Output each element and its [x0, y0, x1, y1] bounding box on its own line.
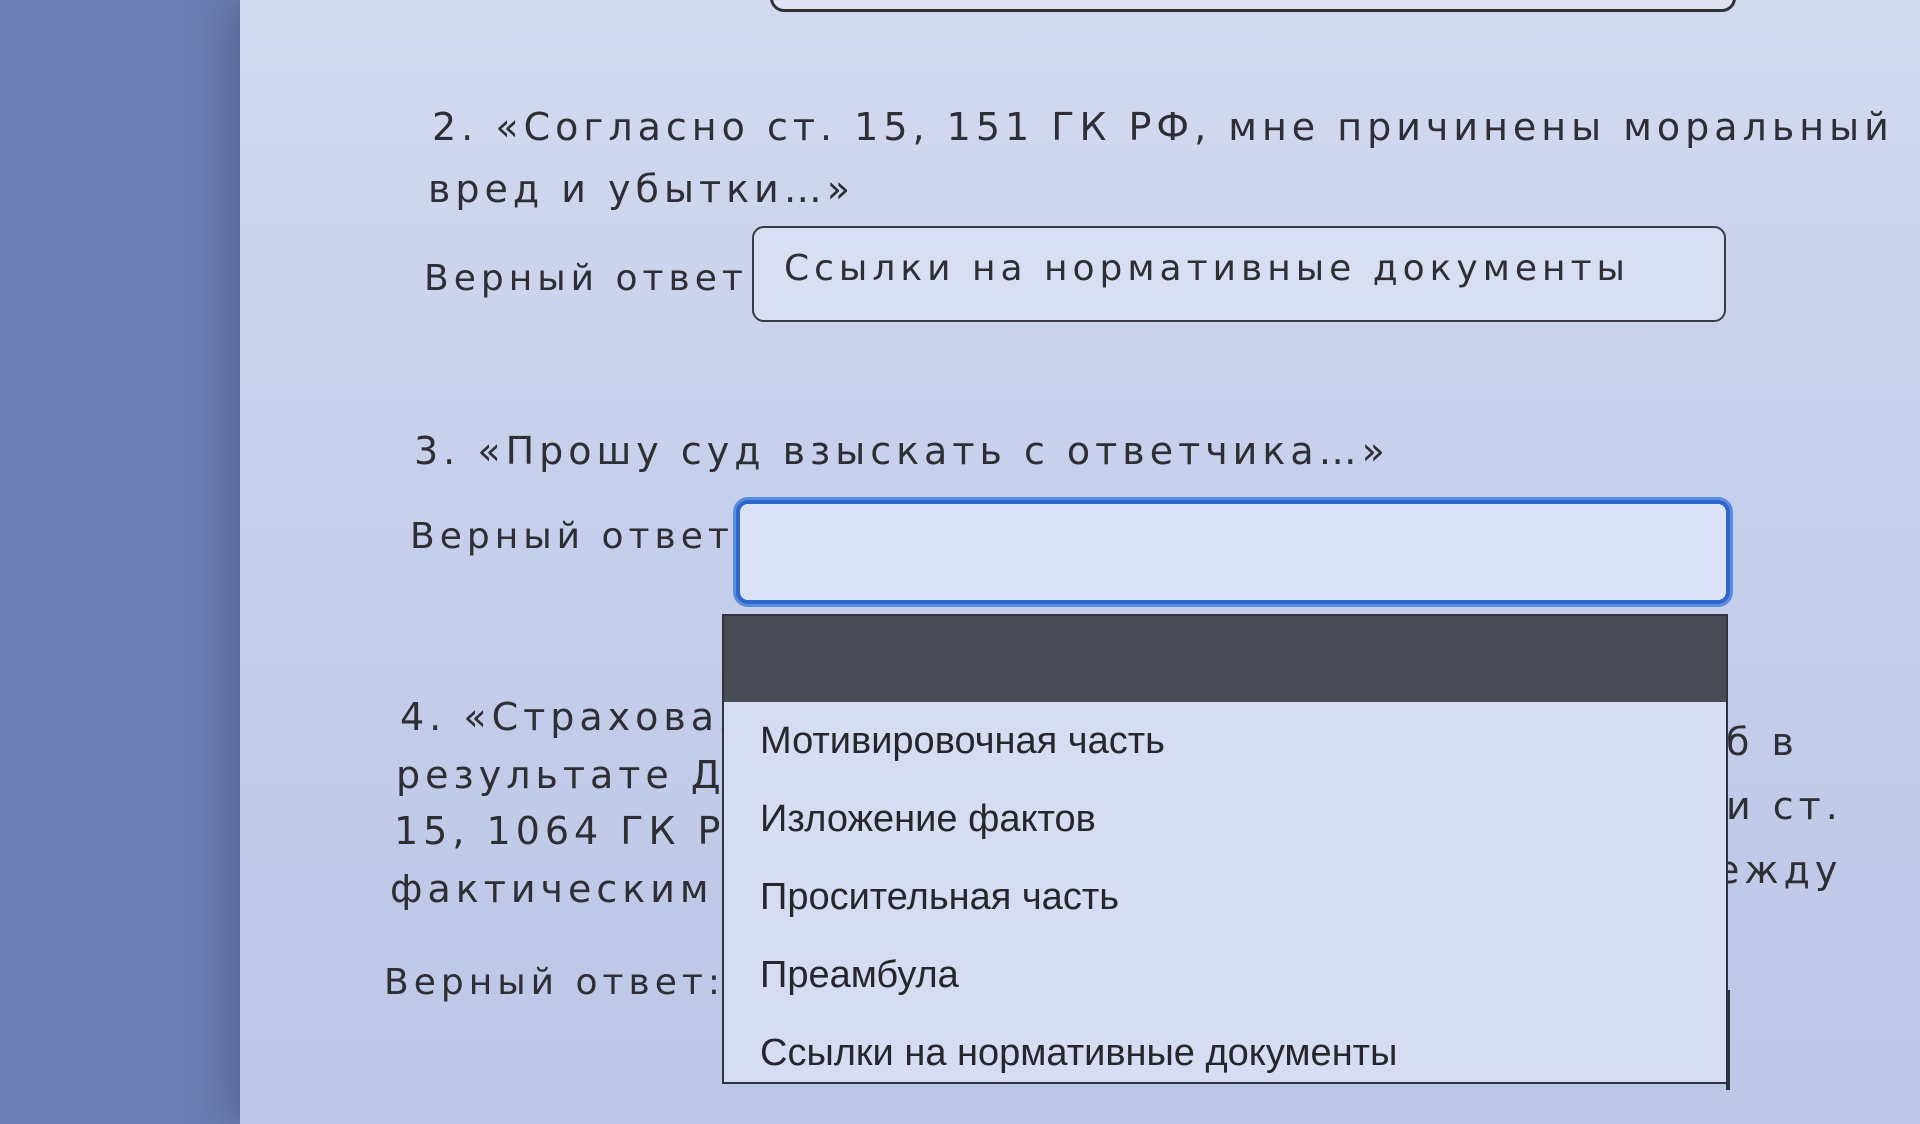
question-3-answer-select[interactable] — [736, 500, 1730, 604]
previous-answer-field[interactable] — [770, 0, 1736, 12]
dropdown-option[interactable]: Мотивировочная часть — [724, 702, 1726, 780]
dropdown-option[interactable]: Ссылки на нормативные документы — [724, 1014, 1726, 1092]
question-4-line-3: 15, 1064 ГК РФ — [394, 809, 764, 853]
question-2-line-1: 2. «Согласно ст. 15, 151 ГК РФ, мне прич… — [432, 105, 1894, 149]
question-4-tail-3: ежду — [1716, 848, 1843, 892]
answer-dropdown-list: Мотивировочная часть Изложение фактов Пр… — [722, 614, 1728, 1084]
question-4-answer-label: Верный ответ: — [384, 962, 725, 1003]
question-4-answer-box-edge — [1726, 990, 1730, 1090]
question-3-answer-label: Верный ответ: — [410, 516, 751, 557]
question-4-line-4: фактическим у — [390, 867, 759, 911]
question-2-answer-label: Верный ответ: — [424, 258, 765, 299]
question-2-line-2: вред и убытки…» — [428, 167, 855, 211]
question-4-tail-2: и ст. — [1726, 784, 1843, 828]
question-3-text: 3. «Прошу суд взыскать с ответчика…» — [414, 429, 1390, 473]
question-2-answer-value: Ссылки на нормативные документы — [784, 248, 1630, 289]
dropdown-option[interactable]: Просительная часть — [724, 858, 1726, 936]
dropdown-option[interactable]: Преамбула — [724, 936, 1726, 1014]
question-2-answer-select[interactable]: Ссылки на нормативные документы — [752, 226, 1726, 322]
dropdown-highlighted-empty-option[interactable] — [724, 616, 1726, 702]
question-4-tail-1: б в — [1726, 720, 1799, 764]
dropdown-option[interactable]: Изложение фактов — [724, 780, 1726, 858]
